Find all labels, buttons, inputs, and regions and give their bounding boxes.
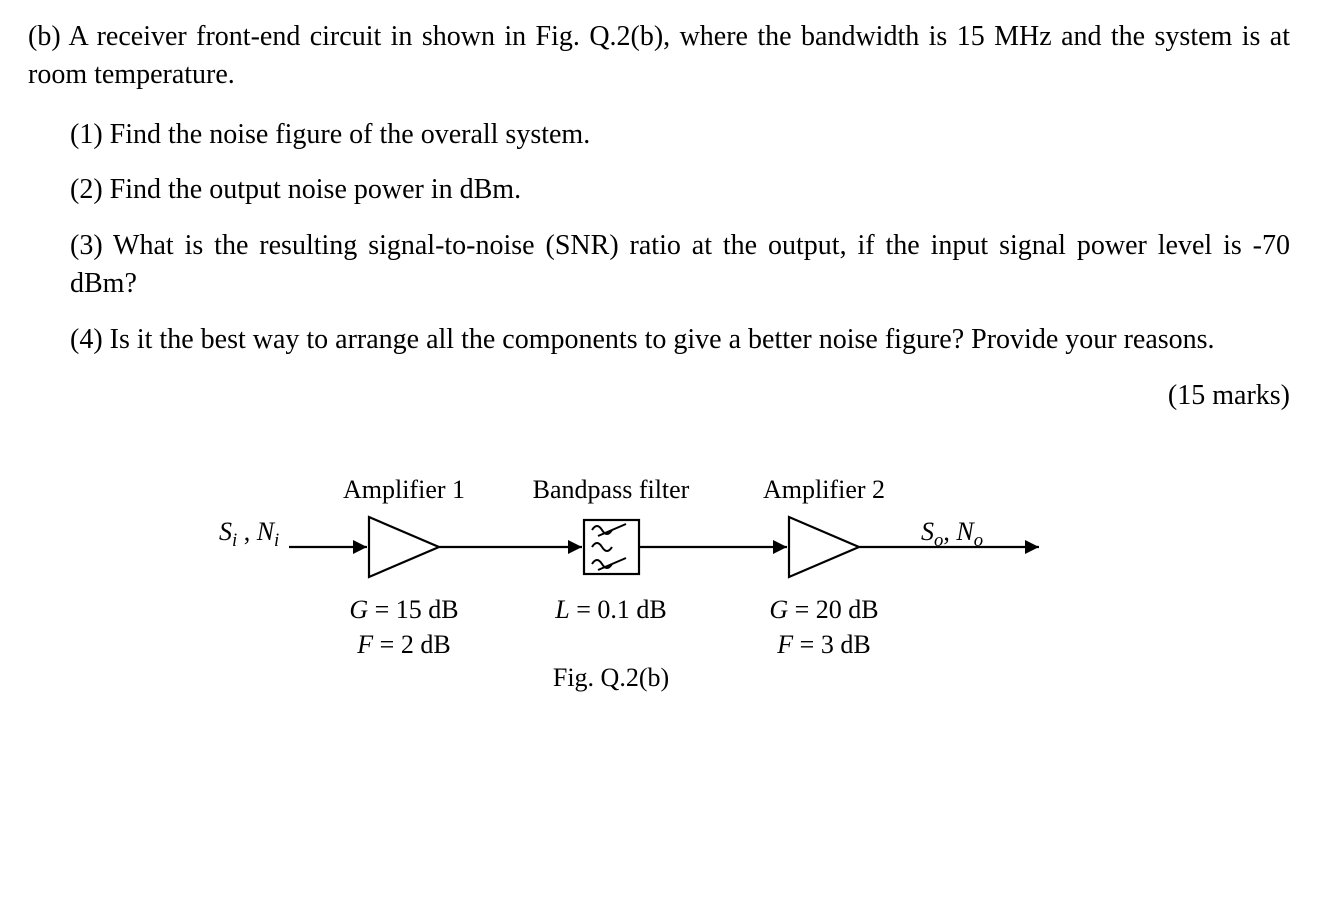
input-Ni-sub: i [274,531,279,552]
bpf-l-txt: = 0.1 dB [570,595,667,624]
intro-paragraph: (b) A receiver front-end circuit in show… [28,18,1290,94]
output-signal-label: So, No [921,514,983,553]
question-1: (1) Find the noise figure of the overall… [70,116,1290,154]
bpf-specs: L = 0.1 dB [555,592,666,627]
bpf-label: Bandpass filter [533,472,690,507]
amp2-label: Amplifier 2 [763,472,885,507]
amp1-label: Amplifier 1 [343,472,465,507]
marks-label: (15 marks) [28,377,1290,415]
question-2: (2) Find the output noise power in dBm. [70,171,1290,209]
figure-wrap: Amplifier 1 Bandpass filter Amplifier 2 … [28,442,1290,702]
input-sep: , [237,517,257,546]
amp2-f-txt: = 3 dB [793,630,871,659]
amp1-g-txt: = 15 dB [368,595,459,624]
question-list: (1) Find the noise figure of the overall… [28,116,1290,359]
amp2-specs: G = 20 dB F = 3 dB [769,592,878,662]
figure-diagram: Amplifier 1 Bandpass filter Amplifier 2 … [249,442,1069,702]
amp1-specs: G = 15 dB F = 2 dB [349,592,458,662]
input-Ni-sym: N [257,517,274,546]
amp1-f-txt: = 2 dB [373,630,451,659]
input-signal-label: Si , Ni [219,514,279,553]
question-3: (3) What is the resulting signal-to-nois… [70,227,1290,303]
figure-caption: Fig. Q.2(b) [553,660,669,695]
output-No-sym: N [956,517,973,546]
page: (b) A receiver front-end circuit in show… [0,0,1318,898]
question-4: (4) Is it the best way to arrange all th… [70,321,1290,359]
output-So-sub: o [934,531,943,552]
output-sep: , [943,517,956,546]
input-Si-sym: S [219,517,232,546]
output-So-sym: S [921,517,934,546]
output-No-sub: o [974,531,983,552]
amp2-g-txt: = 20 dB [788,595,879,624]
